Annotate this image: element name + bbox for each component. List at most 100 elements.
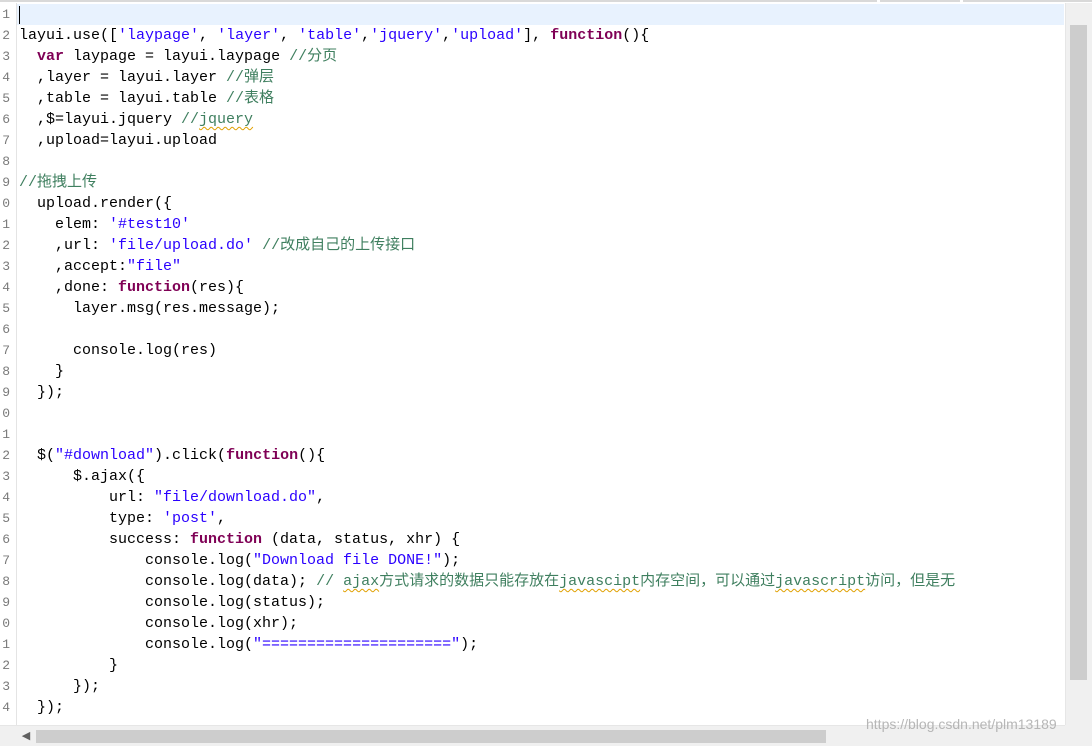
code-line[interactable]: ,$=layui.jquery //jquery xyxy=(19,109,253,130)
horizontal-scrollbar-thumb[interactable] xyxy=(36,730,826,743)
code-line[interactable]: console.log(res) xyxy=(19,340,217,361)
line-number: 0 xyxy=(2,406,10,421)
code-line[interactable]: }); xyxy=(19,382,64,403)
code-line[interactable]: ,upload=layui.upload xyxy=(19,130,217,151)
code-token: } xyxy=(19,363,65,380)
code-line[interactable]: console.log("Download file DONE!"); xyxy=(19,550,460,571)
code-token: // xyxy=(181,111,200,128)
line-number: 4 xyxy=(2,490,10,505)
code-token: , xyxy=(316,489,326,506)
code-token: }); xyxy=(19,678,101,695)
line-number: 6 xyxy=(2,532,10,547)
code-token: "file/download.do" xyxy=(154,489,317,506)
code-line[interactable]: var laypage = layui.laypage //分页 xyxy=(19,46,337,67)
code-token: ,accept: xyxy=(19,258,128,275)
code-line[interactable]: ,done: function(res){ xyxy=(19,277,244,298)
code-line[interactable]: type: 'post', xyxy=(19,508,226,529)
code-token: 'table' xyxy=(298,27,362,44)
code-token: $.ajax({ xyxy=(19,468,146,485)
code-line[interactable]: upload.render({ xyxy=(19,193,172,214)
vertical-scrollbar-thumb[interactable] xyxy=(1070,25,1087,680)
code-token: upload.render({ xyxy=(19,195,173,212)
line-number: 7 xyxy=(2,553,10,568)
code-token: //分页 xyxy=(289,48,338,65)
code-token: success: xyxy=(19,531,191,548)
line-number: 1 xyxy=(2,427,10,442)
line-number: 4 xyxy=(2,70,10,85)
code-line[interactable]: console.log(xhr); xyxy=(19,613,298,634)
line-number: 8 xyxy=(2,364,10,379)
code-token: //拖拽上传 xyxy=(19,174,98,191)
code-line[interactable]: console.log("====================="); xyxy=(19,634,478,655)
line-number: 0 xyxy=(2,616,10,631)
line-number: 5 xyxy=(2,91,10,106)
line-number: 4 xyxy=(2,700,10,715)
code-line[interactable]: console.log(data); // ajax方式请求的数据只能存放在ja… xyxy=(19,571,955,592)
line-number-gutter: 1 2 3 4 5 6 7 8 9 0 1 2 3 4 5 6 7 8 9 0 1 2 3 4 5 6 7 8 9 0 1 2 3 4 xyxy=(0,3,17,725)
code-token: $( xyxy=(19,447,56,464)
code-token: ,$=layui.jquery xyxy=(19,111,182,128)
code-text-area[interactable]: layui.use(['laypage', 'layer', 'table','… xyxy=(17,3,1064,725)
code-line[interactable]: ,layer = layui.layer //弹层 xyxy=(19,67,274,88)
code-token: ,layer = layui.layer xyxy=(19,69,227,86)
line-number: 3 xyxy=(2,49,10,64)
code-token: "=====================" xyxy=(253,636,461,653)
code-line[interactable]: layui.use(['laypage', 'layer', 'table','… xyxy=(19,25,649,46)
code-token: ajax xyxy=(343,573,380,590)
code-line[interactable]: } xyxy=(19,361,64,382)
code-line[interactable]: }); xyxy=(19,697,64,718)
code-line[interactable]: ,url: 'file/upload.do' //改成自己的上传接口 xyxy=(19,235,415,256)
code-token: javascript xyxy=(775,573,866,590)
code-line[interactable]: } xyxy=(19,655,118,676)
code-token: , xyxy=(217,510,227,527)
code-token: , xyxy=(280,27,299,44)
line-number: 3 xyxy=(2,679,10,694)
line-number: 9 xyxy=(2,595,10,610)
code-line[interactable]: ,accept:"file" xyxy=(19,256,181,277)
code-token: ,done: xyxy=(19,279,119,296)
line-number: 5 xyxy=(2,301,10,316)
code-token: "#download" xyxy=(55,447,155,464)
line-number: 4 xyxy=(2,280,10,295)
code-token: javascipt xyxy=(559,573,641,590)
code-token: 'file/upload.do' xyxy=(109,237,254,254)
code-token: elem: xyxy=(19,216,110,233)
watermark-text: https://blog.csdn.net/plm13189 xyxy=(866,716,1057,732)
line-number: 8 xyxy=(2,574,10,589)
code-line[interactable]: elem: '#test10' xyxy=(19,214,190,235)
code-editor[interactable]: 1 2 3 4 5 6 7 8 9 0 1 2 3 4 5 6 7 8 9 0 1 2 3 4 5 6 7 8 9 0 1 2 3 4 layui… xyxy=(0,0,1092,746)
code-line[interactable]: $("#download").click(function(){ xyxy=(19,445,325,466)
code-token: //弹层 xyxy=(226,69,275,86)
vertical-scrollbar[interactable] xyxy=(1065,3,1092,725)
code-line[interactable]: success: function (data, status, xhr) { xyxy=(19,529,460,550)
code-token: 'upload' xyxy=(451,27,524,44)
code-token: 'layer' xyxy=(217,27,281,44)
line-number: 2 xyxy=(2,28,10,43)
code-token: ,upload=layui.upload xyxy=(19,132,218,149)
code-token: ,url: xyxy=(19,237,110,254)
text-caret xyxy=(19,6,20,24)
scroll-left-arrow-icon[interactable]: ◀ xyxy=(18,728,34,744)
line-number: 9 xyxy=(2,175,10,190)
code-token: } xyxy=(19,657,119,674)
code-token: "Download file DONE!" xyxy=(253,552,443,569)
code-token: //改成自己的上传接口 xyxy=(262,237,416,254)
code-line[interactable]: url: "file/download.do", xyxy=(19,487,325,508)
code-token: ); xyxy=(442,552,461,569)
code-token: //表格 xyxy=(226,90,275,107)
code-token: ,table = layui.table xyxy=(19,90,227,107)
code-token: jquery xyxy=(199,111,254,128)
code-line[interactable]: ,table = layui.table //表格 xyxy=(19,88,274,109)
code-token: , xyxy=(361,27,371,44)
scrollbar-corner xyxy=(1065,725,1092,746)
code-token: (res){ xyxy=(190,279,245,296)
code-line[interactable]: layer.msg(res.message); xyxy=(19,298,280,319)
code-line[interactable]: //拖拽上传 xyxy=(19,172,97,193)
code-token: console.log( xyxy=(19,552,254,569)
code-token: console.log( xyxy=(19,636,254,653)
code-token: , xyxy=(199,27,218,44)
code-line[interactable]: console.log(status); xyxy=(19,592,325,613)
code-line[interactable]: $.ajax({ xyxy=(19,466,145,487)
code-line[interactable]: }); xyxy=(19,676,100,697)
